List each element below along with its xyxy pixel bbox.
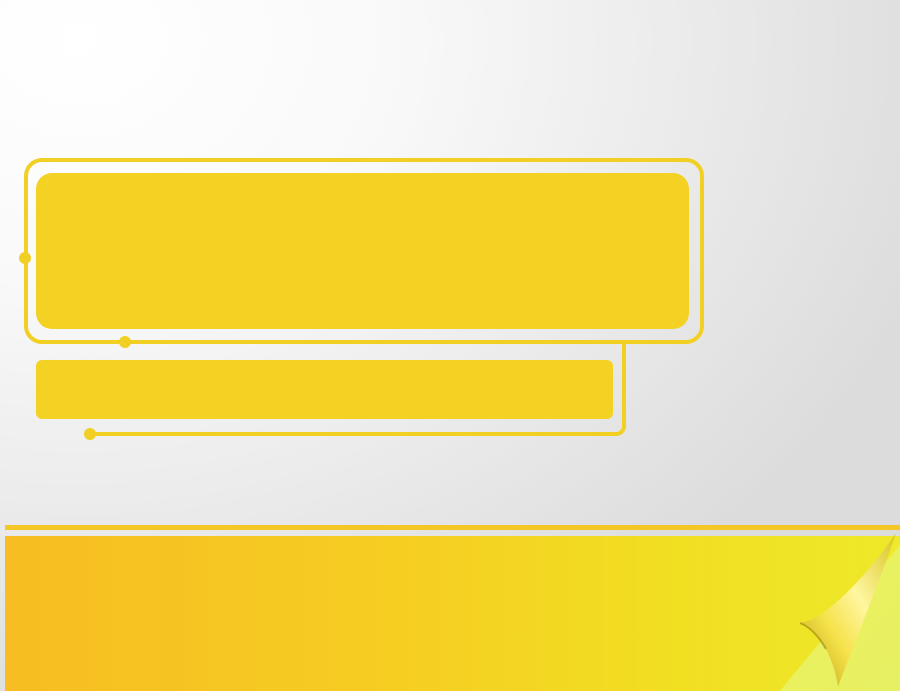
page-curl-icon [780,533,900,691]
subtitle-frame-dot-top [119,336,131,348]
slide-canvas [0,0,900,691]
title-placeholder-box[interactable] [36,173,689,329]
subtitle-placeholder-box[interactable] [36,360,613,419]
subtitle-frame-dot-bottom [84,428,96,440]
footer-divider-line [5,525,900,530]
title-frame-dot-left [19,252,31,264]
